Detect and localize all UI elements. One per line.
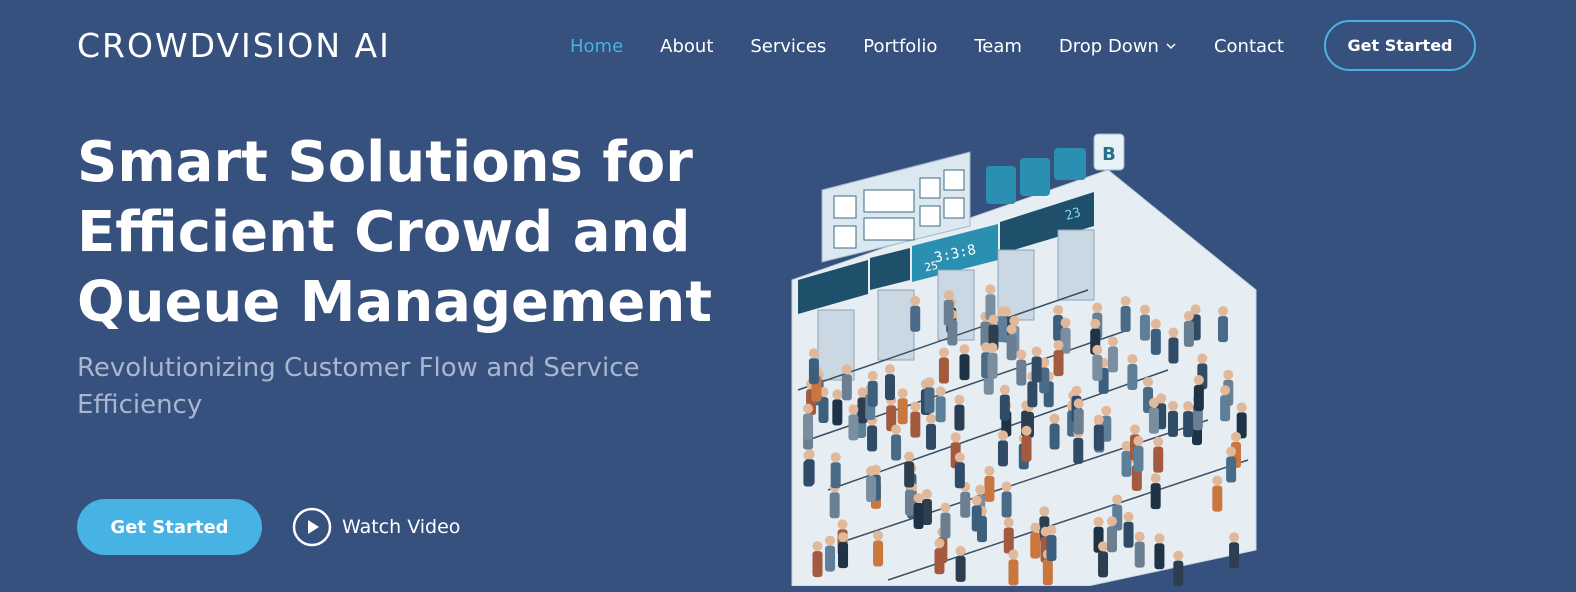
nav-team[interactable]: Team bbox=[974, 36, 1022, 57]
hero-subtitle: Revolutionizing Customer Flow and Servic… bbox=[77, 353, 640, 420]
nav-about[interactable]: About bbox=[660, 36, 713, 57]
nav-contact[interactable]: Contact bbox=[1214, 36, 1284, 57]
hero-get-started-button[interactable]: Get Started bbox=[77, 499, 262, 555]
watch-video-link[interactable]: Watch Video bbox=[292, 506, 460, 548]
play-circle-icon bbox=[292, 507, 332, 547]
nav-dropdown-label: Drop Down bbox=[1058, 35, 1159, 57]
logo[interactable]: CROWDVISION AI bbox=[77, 26, 391, 66]
nav-portfolio[interactable]: Portfolio bbox=[863, 36, 937, 57]
header-get-started-button[interactable]: Get Started bbox=[1324, 20, 1476, 71]
nav-services[interactable]: Services bbox=[750, 36, 826, 57]
nav-dropdown[interactable]: Drop Down bbox=[1059, 36, 1177, 57]
chevron-down-icon bbox=[1166, 43, 1176, 50]
site-header: CROWDVISION AI Home About Services Portf… bbox=[0, 0, 1576, 92]
main-nav: Home About Services Portfolio Team Drop … bbox=[570, 20, 1321, 72]
panel-icon bbox=[833, 195, 857, 219]
svg-text:25: 25 bbox=[923, 259, 939, 274]
nav-home[interactable]: Home bbox=[570, 36, 623, 57]
watch-video-label: Watch Video bbox=[342, 516, 461, 538]
crowd-queue-illustration: B 3:3:8 25 23 bbox=[791, 133, 1257, 586]
hero-title: Smart Solutions for Efficient Crowd and … bbox=[77, 130, 713, 335]
panel-letter: B bbox=[1102, 144, 1116, 165]
